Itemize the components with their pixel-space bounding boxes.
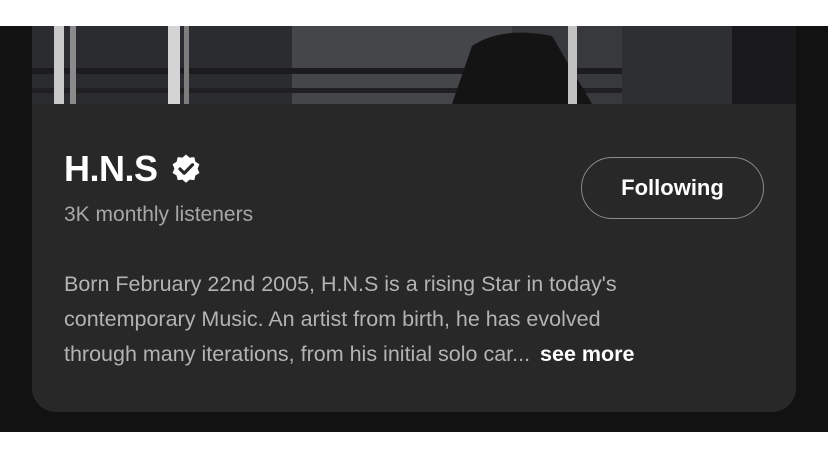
monthly-listeners: 3K monthly listeners <box>64 203 254 226</box>
bio-line-3: through many iterations, from his initia… <box>64 337 774 372</box>
bio-line-1: Born February 22nd 2005, H.N.S is a risi… <box>64 272 617 296</box>
bio-line-3-text: through many iterations, from his initia… <box>64 342 531 366</box>
artist-name: H.N.S <box>64 148 158 189</box>
artist-photo <box>32 26 796 104</box>
following-button[interactable]: Following <box>581 157 764 219</box>
bottom-strip <box>0 432 828 450</box>
artist-name-row: H.N.S <box>64 148 202 190</box>
top-strip <box>0 0 828 26</box>
bio-line-2: contemporary Music. An artist from birth… <box>64 307 601 331</box>
see-more-link[interactable]: see more <box>540 342 634 366</box>
artist-bio: Born February 22nd 2005, H.N.S is a risi… <box>64 267 774 372</box>
verified-badge-icon <box>170 153 202 185</box>
